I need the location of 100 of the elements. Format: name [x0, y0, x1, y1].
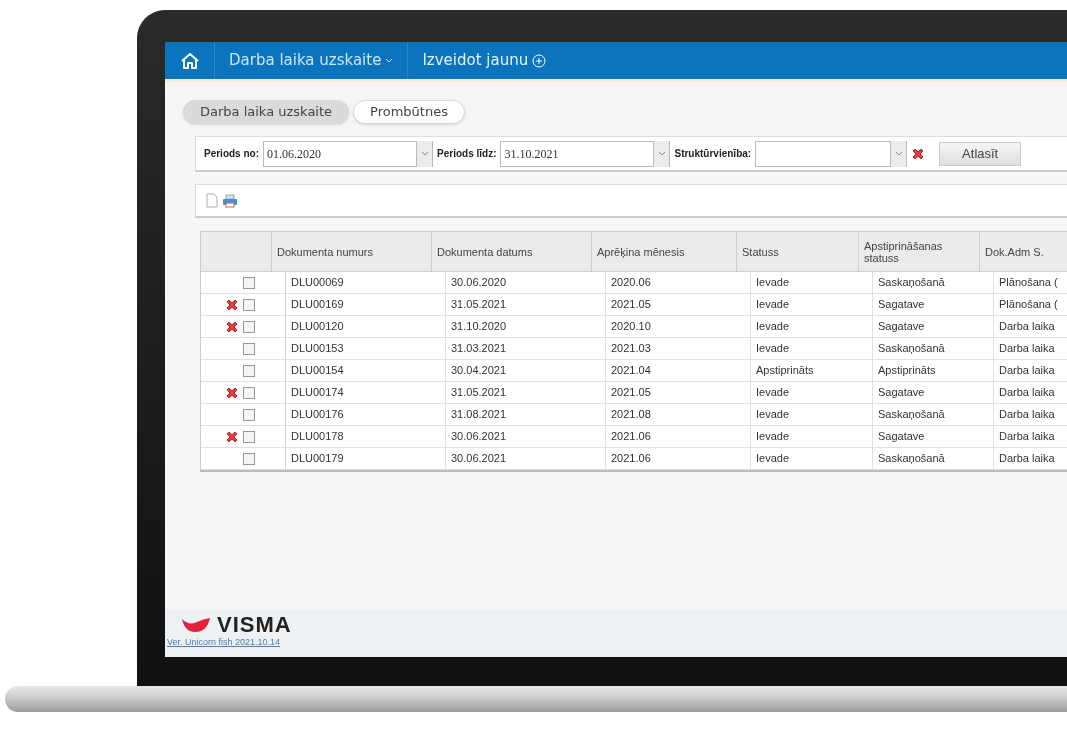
table-row[interactable]: DLU00069 30.06.2020 2020.06 Ievade Saskaņošanā Plānošana ( — [201, 272, 1067, 294]
logo-swoosh-icon — [181, 616, 211, 634]
document-icon[interactable] — [206, 193, 218, 208]
column-header: Dokumenta numurs — [272, 232, 432, 271]
row-checkbox[interactable] — [243, 430, 255, 443]
row-checkbox[interactable] — [243, 320, 255, 333]
table-row[interactable]: DLU00154 30.04.2021 2021.04 Apstiprināts Apstiprināts Darba laika — [201, 360, 1067, 382]
table-cell: Apstiprināts — [751, 360, 873, 381]
table-cell: 30.06.2020 — [446, 272, 606, 293]
row-checkbox[interactable] — [243, 342, 255, 355]
visma-logo-text: VISMA — [217, 614, 292, 636]
table-cell: 31.08.2021 — [446, 404, 606, 425]
table-row[interactable]: DLU00120 31.10.2020 2020.10 Ievade Sagatave Darba laika — [201, 316, 1067, 338]
table-cell: DLU00179 — [286, 448, 446, 469]
table-cell: DLU00174 — [286, 382, 446, 403]
table-cell: Ievade — [751, 316, 873, 337]
table-cell: Sagatave — [873, 382, 994, 403]
table-cell: Darba laika — [994, 338, 1067, 359]
table-cell: Darba laika — [994, 404, 1067, 425]
table-cell: Sagatave — [873, 316, 994, 337]
delete-icon[interactable] — [911, 146, 926, 161]
row-checkbox[interactable] — [243, 276, 255, 289]
table-cell: Plānošana ( — [994, 272, 1067, 293]
table-row[interactable]: DLU00179 30.06.2021 2021.06 Ievade Saskaņošanā Darba laika — [201, 448, 1067, 470]
date-field[interactable] — [755, 140, 908, 167]
table-cell: Sagatave — [873, 426, 994, 447]
row-checkbox[interactable] — [243, 408, 255, 421]
table-cell: 31.10.2020 — [446, 316, 606, 337]
table-cell: Ievade — [751, 294, 873, 315]
column-header: Aprēķina mēnesis — [592, 232, 737, 271]
row-checkbox[interactable] — [243, 298, 255, 311]
table-cell: Saskaņošanā — [873, 448, 994, 469]
table-cell: 2021.04 — [606, 360, 751, 381]
tab[interactable]: Prombūtnes — [353, 100, 465, 124]
table-row[interactable]: DLU00176 31.08.2021 2021.08 Ievade Saskaņošanā Darba laika — [201, 404, 1067, 426]
column-header: Dokumenta datums — [432, 232, 592, 271]
date-field[interactable]: 31.10.2021 — [500, 140, 671, 167]
table-cell: Plānošana ( — [994, 294, 1067, 315]
field-label: Struktūrvienība: — [674, 147, 752, 161]
table-cell: Darba laika — [994, 316, 1067, 337]
table-cell: Ievade — [751, 448, 873, 469]
column-header: Dok.Adm S. — [980, 232, 1067, 271]
delete-icon[interactable] — [225, 429, 239, 444]
table-cell: 31.05.2021 — [446, 294, 606, 315]
column-header: Statuss — [737, 232, 859, 271]
field-label: Periods no: — [204, 147, 259, 161]
row-checkbox[interactable] — [243, 386, 255, 399]
date-field[interactable]: 01.06.2020 — [263, 140, 433, 167]
table-cell: 31.03.2021 — [446, 338, 606, 359]
plus-circle-icon — [532, 53, 547, 68]
table-cell: Saskaņošanā — [873, 272, 994, 293]
version-link[interactable]: Ver. Unicorn fish 2021.10.14 — [167, 636, 1067, 650]
table-cell: DLU00176 — [286, 404, 446, 425]
column-header: Apstiprināšanas statuss — [859, 232, 980, 271]
table-cell: DLU00069 — [286, 272, 446, 293]
home-icon[interactable] — [179, 51, 200, 70]
chevron-down-icon — [894, 150, 903, 157]
table-cell: Ievade — [751, 382, 873, 403]
tab[interactable]: Darba laika uzskaite — [183, 100, 350, 124]
table-cell: 2021.05 — [606, 382, 751, 403]
row-checkbox[interactable] — [243, 452, 255, 465]
table-cell: Apstiprināts — [873, 360, 994, 381]
table-cell: 31.05.2021 — [446, 382, 606, 403]
printer-icon[interactable] — [222, 193, 238, 208]
table-row[interactable]: DLU00174 31.05.2021 2021.05 Ievade Sagatave Darba laika — [201, 382, 1067, 404]
table-cell: Darba laika — [994, 426, 1067, 447]
select-button[interactable]: Atlasīt — [939, 141, 1022, 166]
table-cell: DLU00169 — [286, 294, 446, 315]
table-cell: 30.06.2021 — [446, 448, 606, 469]
table-cell: Ievade — [751, 404, 873, 425]
field-label: Periods līdz: — [437, 147, 497, 161]
table-row[interactable]: DLU00153 31.03.2021 2021.03 Ievade Saskaņošanā Darba laika — [201, 338, 1067, 360]
table-cell: Ievade — [751, 338, 873, 359]
table-cell: 2021.06 — [606, 448, 751, 469]
table-cell: Ievade — [751, 272, 873, 293]
table-cell: 2020.06 — [606, 272, 751, 293]
table-cell: 2020.10 — [606, 316, 751, 337]
table-row[interactable]: DLU00178 30.06.2021 2021.06 Ievade Sagatave Darba laika — [201, 426, 1067, 448]
table-cell: 2021.03 — [606, 338, 751, 359]
table-cell: DLU00178 — [286, 426, 446, 447]
nav-menu-item[interactable]: Izveidot jaunu — [408, 42, 561, 79]
table-cell: 2021.05 — [606, 294, 751, 315]
delete-icon[interactable] — [225, 385, 239, 400]
table-cell: Sagatave — [873, 294, 994, 315]
table-cell: Darba laika — [994, 382, 1067, 403]
table-cell: Darba laika — [994, 360, 1067, 381]
delete-icon[interactable] — [225, 319, 239, 334]
table-row[interactable]: DLU00169 31.05.2021 2021.05 Ievade Sagatave Plānošana ( — [201, 294, 1067, 316]
chevron-down-icon — [420, 150, 429, 157]
table-cell: Saskaņošanā — [873, 404, 994, 425]
chevron-down-icon — [385, 57, 394, 64]
nav-menu-item[interactable]: Darba laika uzskaite — [215, 42, 409, 79]
delete-icon[interactable] — [225, 297, 239, 312]
table-cell: 2021.06 — [606, 426, 751, 447]
row-checkbox[interactable] — [243, 364, 255, 377]
table-cell: 30.06.2021 — [446, 426, 606, 447]
table-cell: 2021.08 — [606, 404, 751, 425]
table-cell: 30.04.2021 — [446, 360, 606, 381]
table-cell: Ievade — [751, 426, 873, 447]
chevron-down-icon — [657, 150, 666, 157]
